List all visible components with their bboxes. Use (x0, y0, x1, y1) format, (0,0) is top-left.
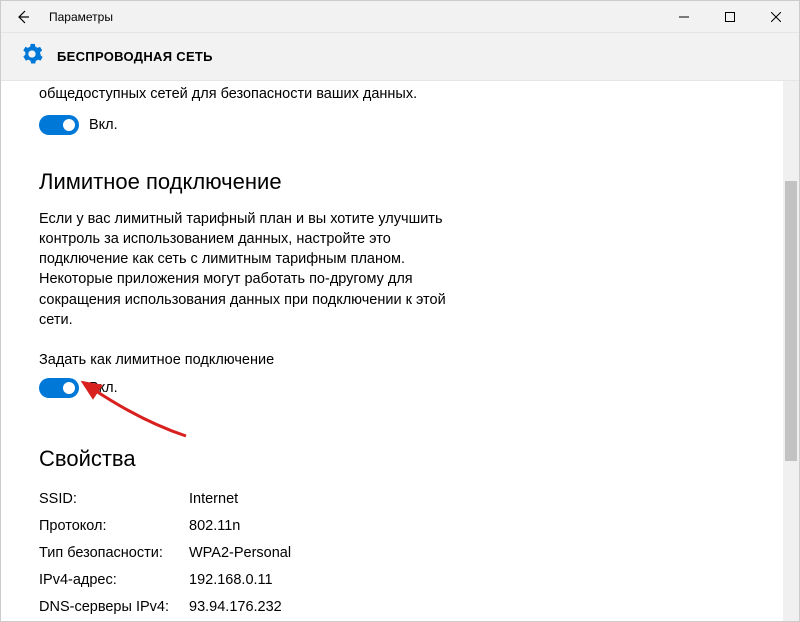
property-key: Тип безопасности: (39, 540, 189, 567)
metered-description: Если у вас лимитный тарифный план и вы х… (39, 209, 469, 331)
close-button[interactable] (753, 1, 799, 33)
property-row: SSID: Internet (39, 486, 761, 513)
gear-icon (21, 43, 43, 70)
metered-toggle[interactable] (39, 378, 79, 398)
metered-toggle-row: Вкл. (39, 378, 761, 398)
property-value: WPA2-Personal (189, 540, 761, 567)
public-networks-toggle-row: Вкл. (39, 115, 761, 135)
header-bar: БЕСПРОВОДНАЯ СЕТЬ (1, 33, 799, 81)
back-button[interactable] (9, 3, 37, 31)
titlebar: Параметры (1, 1, 799, 33)
public-networks-toggle-label: Вкл. (89, 117, 118, 133)
page-title: БЕСПРОВОДНАЯ СЕТЬ (57, 49, 213, 64)
public-networks-partial-text: общедоступных сетей для безопасности ваш… (39, 85, 761, 105)
close-icon (771, 12, 781, 22)
property-key: SSID: (39, 486, 189, 513)
property-value: 802.11n (189, 513, 761, 540)
toggle-knob (63, 119, 75, 131)
minimize-button[interactable] (661, 1, 707, 33)
minimize-icon (679, 12, 689, 22)
property-key: DNS-серверы IPv4: (39, 594, 189, 621)
property-key: IPv4-адрес: (39, 567, 189, 594)
scrollbar-thumb[interactable] (785, 181, 797, 461)
property-row: IPv4-адрес: 192.168.0.11 (39, 567, 761, 594)
property-row: Тип безопасности: WPA2-Personal (39, 540, 761, 567)
public-networks-toggle[interactable] (39, 115, 79, 135)
property-value: 192.168.0.11 (189, 567, 761, 594)
arrow-left-icon (15, 9, 31, 25)
scrollbar-track[interactable] (783, 81, 799, 621)
content-area: общедоступных сетей для безопасности ваш… (1, 81, 799, 621)
maximize-button[interactable] (707, 1, 753, 33)
metered-heading: Лимитное подключение (39, 169, 761, 195)
toggle-knob (63, 382, 75, 394)
window-controls (661, 1, 799, 33)
property-value: Internet (189, 486, 761, 513)
metered-toggle-label: Вкл. (89, 380, 118, 396)
property-row: DNS-серверы IPv4: 93.94.176.232 (39, 594, 761, 621)
property-value: 93.94.176.232 (189, 594, 761, 621)
metered-setting-label: Задать как лимитное подключение (39, 352, 761, 368)
properties-table: SSID: Internet Протокол: 802.11n Тип без… (39, 486, 761, 620)
maximize-icon (725, 12, 735, 22)
window-title: Параметры (49, 10, 113, 24)
properties-heading: Свойства (39, 446, 761, 472)
property-key: Протокол: (39, 513, 189, 540)
property-row: Протокол: 802.11n (39, 513, 761, 540)
